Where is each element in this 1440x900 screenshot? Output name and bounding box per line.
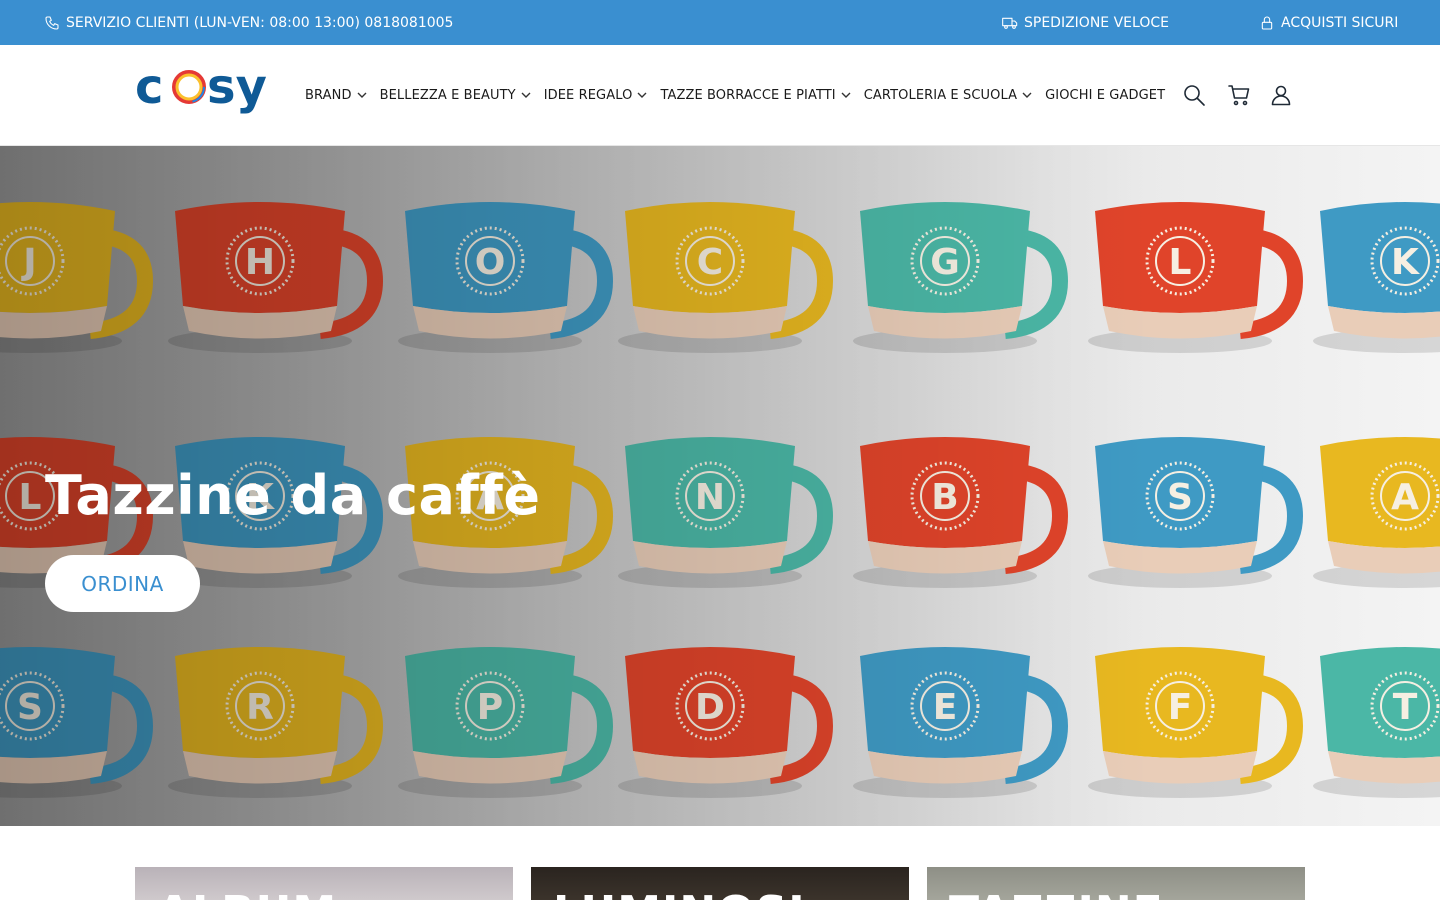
chevron-down-icon [841,92,851,98]
secure-purchase: ACQUISTI SICURI [1259,0,1398,45]
svg-text:sy: sy [207,61,267,115]
nav-label: CARTOLERIA E SCUOLA [863,87,1018,103]
nav-label: GIOCHI E GADGET [1045,87,1166,103]
lock-icon [1261,16,1273,30]
logo-text: cosy [135,124,138,126]
fast-shipping: SPEDIZIONE VELOCE [1002,0,1169,45]
hero-banner[interactable]: JHOCGLKLKANBSASRPDEFT Tazzine da caffè O… [0,146,1440,826]
svg-text:c: c [135,61,163,115]
category-tile[interactable]: ALBUM [135,867,513,900]
nav-brand[interactable]: BRAND [305,88,367,103]
account-button[interactable] [1269,83,1293,107]
cart-icon [1228,85,1250,106]
cosy-logo[interactable]: c sy cosy [135,61,281,127]
search-icon [1184,85,1205,106]
category-tile[interactable]: TAZZINE [927,867,1305,900]
nav-label: TAZZE BORRACCE E PIATTI [660,87,836,103]
nav-label: BRAND [305,87,352,103]
main-nav: BRAND BELLEZZA E BEAUTY IDEE REGALO TAZZ… [305,45,1165,145]
nav-label: BELLEZZA E BEAUTY [379,87,516,103]
cart-button[interactable] [1227,83,1251,107]
nav-giochi-e-gadget[interactable]: GIOCHI E GADGET [1045,88,1165,103]
hero-title: Tazzine da caffè [45,464,541,527]
category-tiles: ALBUM LUMINOSI TAZZINE [135,867,1305,900]
search-button[interactable] [1182,83,1206,107]
user-icon [1271,85,1291,106]
category-tile-label: TAZZINE [949,887,1164,900]
order-button[interactable]: ORDINA [45,555,200,612]
truck-icon [1002,17,1018,29]
nav-bellezza-e-beauty[interactable]: BELLEZZA E BEAUTY [380,88,531,103]
chevron-down-icon [637,92,647,98]
nav-label: IDEE REGALO [543,87,633,103]
category-tile-label: ALBUM [157,887,337,900]
category-tile[interactable]: LUMINOSI [531,867,909,900]
secure-purchase-text: ACQUISTI SICURI [1281,14,1399,31]
chevron-down-icon [1022,92,1032,98]
nav-cartoleria-e-scuola[interactable]: CARTOLERIA E SCUOLA [864,88,1032,103]
nav-tazze-borracce-e-piatti[interactable]: TAZZE BORRACCE E PIATTI [660,87,851,103]
site-header: c sy cosy BRAND BELLEZZA E BEAUTY IDEE R… [0,45,1440,146]
nav-idee-regalo[interactable]: IDEE REGALO [544,88,648,103]
customer-service[interactable]: SERVIZIO CLIENTI (LUN-VEN: 08:00 13:00) … [44,0,453,45]
customer-service-text: SERVIZIO CLIENTI (LUN-VEN: 08:00 13:00) … [66,14,454,31]
fast-shipping-text: SPEDIZIONE VELOCE [1024,14,1169,31]
phone-icon [45,15,59,30]
category-tile-label: LUMINOSI [553,887,806,900]
chevron-down-icon [521,92,531,98]
chevron-down-icon [357,92,367,98]
top-info-bar: SERVIZIO CLIENTI (LUN-VEN: 08:00 13:00) … [0,0,1440,45]
